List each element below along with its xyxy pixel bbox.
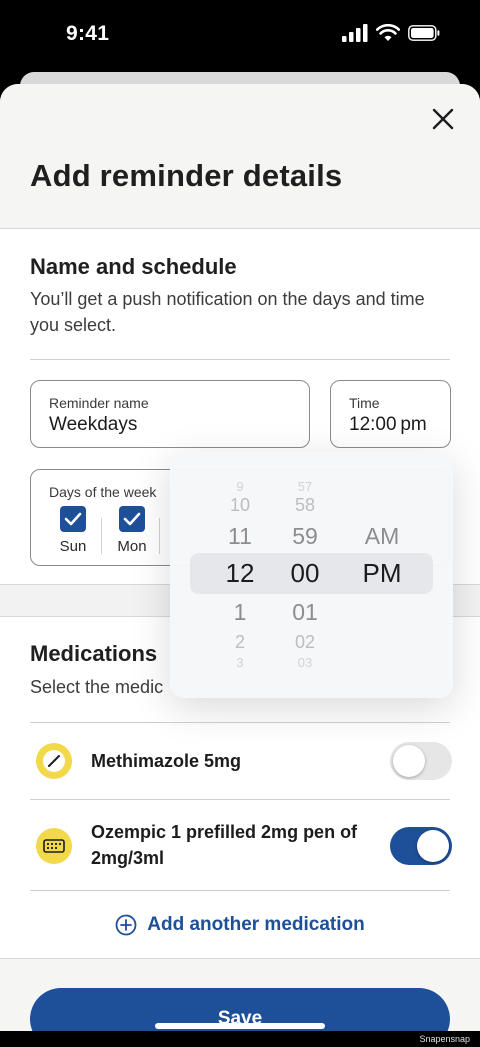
- divider: [30, 722, 450, 723]
- medication-name: Methimazole 5mg: [91, 751, 242, 771]
- day-sun[interactable]: Sun: [44, 506, 102, 558]
- watermark: Snapensnap: [419, 1034, 470, 1044]
- day-mon-label: Mon: [117, 538, 147, 555]
- time-label: Time: [349, 395, 380, 411]
- toggle-knob: [417, 830, 449, 862]
- plus-circle-icon: [115, 914, 137, 936]
- status-time: 9:41: [66, 22, 110, 45]
- day-sun-checkbox[interactable]: [60, 506, 86, 532]
- home-indicator: [155, 1023, 325, 1029]
- schedule-section-description: You’ll get a push notification on the da…: [30, 289, 425, 335]
- wifi-icon: [376, 24, 400, 41]
- page-title: Add reminder details: [30, 158, 343, 193]
- wheel-option-selected: PM: [362, 558, 402, 588]
- reminder-name-field[interactable]: Reminder name Weekdays: [30, 380, 310, 448]
- period-wheel[interactable]: AM PM: [342, 452, 422, 698]
- day-separator: [159, 518, 160, 554]
- medications-section-title: Medications: [30, 641, 158, 666]
- wheel-option-selected: 00: [290, 558, 320, 588]
- wheel-option: AM: [364, 523, 400, 549]
- medication-name: Ozempic 1 prefilled 2mg pen of 2mg/3ml: [91, 822, 358, 868]
- footer: Save: [0, 958, 480, 1031]
- days-of-week-label: Days of the week: [49, 484, 157, 500]
- medication-row: Ozempic 1 prefilled 2mg pen of 2mg/3ml: [30, 819, 452, 874]
- minute-wheel[interactable]: 57 58 59 00 01 02 03: [265, 452, 345, 698]
- medication-row: Methimazole 5mg: [30, 739, 452, 784]
- bottom-bar: [0, 1031, 480, 1047]
- day-separator: [101, 518, 102, 554]
- time-picker[interactable]: 9 10 11 12 1 2 3 57 58 59 00 01 02 03 AM…: [170, 452, 453, 698]
- battery-icon: [408, 25, 440, 41]
- signal-icon: [342, 24, 368, 42]
- add-medication-label: Add another medication: [147, 914, 365, 935]
- status-bar: 9:41: [0, 0, 480, 72]
- wheel-option: 57: [297, 479, 313, 494]
- checkmark-icon: [123, 512, 141, 526]
- wheel-option: 03: [297, 655, 313, 670]
- reminder-name-label: Reminder name: [49, 395, 149, 411]
- time-value: 12:00 pm: [349, 414, 427, 435]
- injection-pen-icon: [36, 828, 72, 864]
- wheel-option: 02: [294, 632, 316, 652]
- status-icons: [342, 24, 440, 42]
- pill-icon: [36, 743, 72, 779]
- close-button[interactable]: [428, 104, 458, 134]
- wheel-option: 59: [292, 523, 318, 549]
- wheel-option: 01: [292, 599, 318, 625]
- day-sun-label: Sun: [59, 538, 87, 555]
- time-field[interactable]: Time 12:00 pm: [330, 380, 451, 448]
- reminder-name-value: Weekdays: [49, 414, 138, 435]
- checkmark-icon: [64, 512, 82, 526]
- add-medication-button[interactable]: Add another medication: [0, 910, 480, 940]
- divider: [30, 799, 450, 800]
- divider: [30, 890, 450, 891]
- toggle-knob: [393, 745, 425, 777]
- medication-toggle[interactable]: [390, 827, 452, 865]
- schedule-section-title: Name and schedule: [30, 254, 237, 279]
- medication-toggle[interactable]: [390, 742, 452, 780]
- day-mon-checkbox[interactable]: [119, 506, 145, 532]
- close-icon: [432, 108, 454, 130]
- day-mon[interactable]: Mon: [103, 506, 161, 558]
- divider: [30, 359, 450, 360]
- wheel-option: 58: [294, 495, 316, 515]
- sheet-header: Add reminder details: [0, 84, 480, 229]
